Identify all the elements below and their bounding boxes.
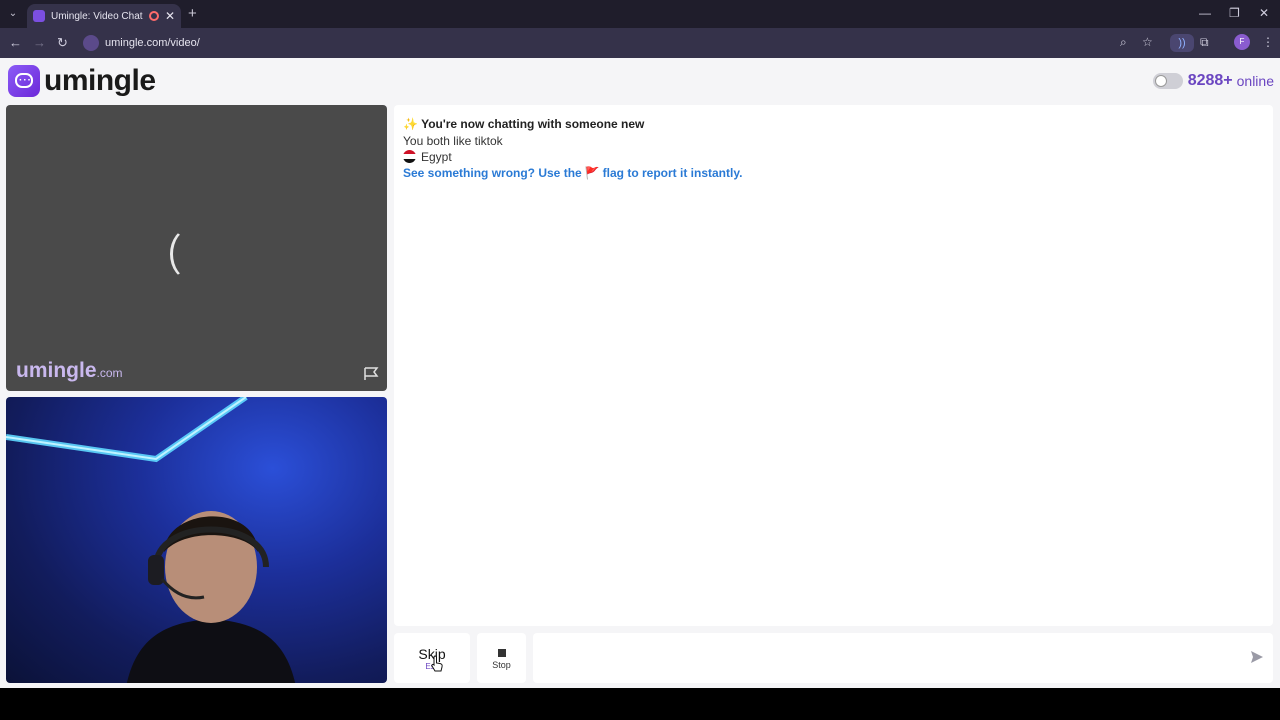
new-tab-button[interactable]: +	[188, 5, 197, 22]
browser-menu-icon[interactable]: ⋮	[1262, 35, 1274, 49]
report-flag-icon[interactable]	[363, 367, 379, 381]
close-window-icon[interactable]: ✕	[1259, 6, 1269, 20]
tab-close-icon[interactable]: ✕	[165, 9, 175, 23]
zoom-icon[interactable]: ⌕	[1120, 35, 1127, 50]
webcam-person	[126, 511, 296, 683]
restore-window-icon[interactable]: ❐	[1229, 6, 1240, 20]
tab-list-chevron-icon[interactable]: ⌄	[5, 6, 21, 22]
profile-avatar[interactable]: F	[1234, 34, 1250, 50]
online-count: 8288+	[1187, 72, 1233, 89]
back-arrow-icon[interactable]: ←	[9, 35, 22, 50]
video-watermark: umingle.com	[16, 359, 123, 382]
site-logo[interactable]: ··· umingle	[8, 64, 156, 98]
red-flag-icon: 🚩	[584, 166, 600, 180]
hand-cursor-icon	[431, 655, 443, 672]
report-warning-message: See something wrong? Use the 🚩 flag to rep…	[403, 166, 743, 180]
browser-toolbar: ← → ↻ umingle.com/video/ ⌕ ☆ )) ⧉ F ⋮	[0, 28, 1280, 58]
site-info-icon[interactable]	[83, 35, 99, 51]
logo-text: umingle	[44, 64, 156, 97]
send-icon[interactable]	[1250, 650, 1264, 664]
system-message-interests: You both like tiktok	[403, 134, 503, 148]
address-bar[interactable]: umingle.com/video/	[105, 37, 200, 49]
bookmark-star-icon[interactable]: ☆	[1142, 35, 1153, 49]
online-counter: 8288+ online	[1152, 72, 1274, 90]
browser-tab-bar: ⌄ Umingle: Video Chat with S ✕ + — ❐ ✕	[0, 0, 1280, 28]
reload-icon[interactable]: ↻	[57, 35, 68, 51]
extension-active-icon[interactable]: ))	[1170, 34, 1194, 52]
sparkles-icon: ✨	[403, 117, 418, 131]
screen-bottom-bar	[0, 688, 1280, 720]
tab-title: Umingle: Video Chat with S	[51, 10, 143, 22]
chat-bubble-logo-icon: ···	[8, 65, 40, 97]
loading-spinner-icon	[170, 228, 210, 280]
stop-square-icon	[497, 649, 506, 657]
recording-indicator-icon	[148, 11, 159, 21]
minimize-window-icon[interactable]: —	[1199, 6, 1211, 20]
chat-panel: ✨ You're now chatting with someone new Y…	[394, 105, 1273, 626]
self-video	[6, 397, 387, 683]
led-ceiling-light	[6, 397, 248, 463]
forward-arrow-icon[interactable]: →	[33, 35, 46, 50]
stop-label: Stop	[492, 660, 511, 670]
online-label: online	[1236, 73, 1274, 89]
extensions-puzzle-icon[interactable]: ⧉	[1200, 35, 1209, 50]
partner-video: umingle.com	[6, 105, 387, 391]
browser-tab[interactable]: Umingle: Video Chat with S ✕	[27, 4, 181, 28]
egypt-flag-icon	[403, 150, 416, 163]
theme-toggle[interactable]	[1152, 73, 1183, 89]
umingle-page: ··· umingle 8288+ online umingle.com ✨ Y…	[0, 58, 1280, 688]
message-input[interactable]	[533, 633, 1273, 683]
system-message-country: Egypt	[403, 150, 452, 164]
stop-button[interactable]: Stop	[477, 633, 526, 683]
system-message-new-chat: ✨ You're now chatting with someone new	[403, 117, 645, 131]
umingle-favicon-icon	[33, 10, 45, 22]
